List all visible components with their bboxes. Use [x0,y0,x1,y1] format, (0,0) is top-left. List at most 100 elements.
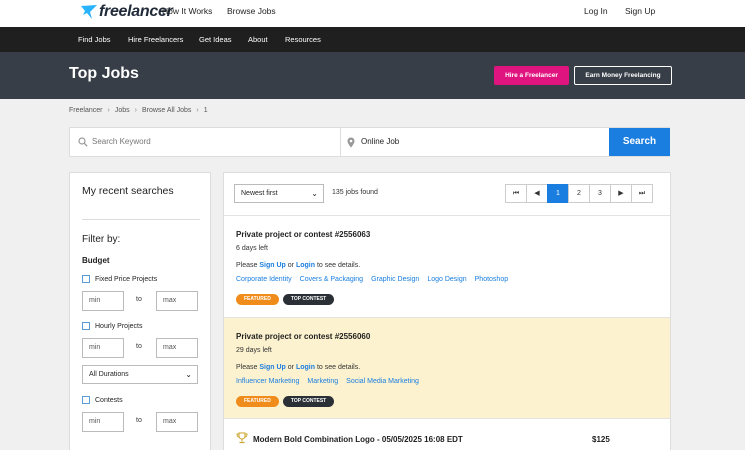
hero-banner: Top Jobs Hire a Freelancer Earn Money Fr… [0,52,745,99]
details-prefix: Please [236,262,258,269]
job-card[interactable]: Private project or contest #2556063 6 da… [224,216,670,317]
skill-tag[interactable]: Graphic Design [371,276,419,283]
fixed-price-checkbox[interactable] [82,275,90,283]
skill-tag[interactable]: Marketing [307,378,338,385]
fixed-price-checkbox-row[interactable]: Fixed Price Projects [82,275,157,283]
job-details-text: Please Sign Up or Login to see details. [236,262,360,269]
skill-tag[interactable]: Influencer Marketing [236,378,299,385]
job-badges: FEATURED TOP CONTEST [236,294,335,305]
chevron-down-icon: ⌄ [311,189,318,198]
login-link[interactable]: Login [296,364,315,371]
search-icon [78,137,88,147]
login-link[interactable]: Log In [584,6,608,16]
divider [224,418,670,419]
signup-link[interactable]: Sign Up [625,6,655,16]
durations-select[interactable]: All Durations ⌄ [82,365,198,384]
page-title: Top Jobs [69,65,139,82]
hourly-max-input[interactable]: max [156,338,198,358]
first-page-icon[interactable]: ⏮ [505,184,527,203]
prev-page-icon[interactable]: ◀ [526,184,548,203]
search-input[interactable]: Search Keyword [92,128,151,156]
details-or: or [287,364,294,371]
job-details-text: Please Sign Up or Login to see details. [236,364,360,371]
chevron-right-icon: › [107,107,110,114]
contests-checkbox-row[interactable]: Contests [82,396,123,404]
top-contest-badge: TOP CONTEST [282,294,335,305]
job-price: $125 [592,435,610,444]
skill-tag[interactable]: Social Media Marketing [346,378,419,385]
freelancer-logo[interactable]: freelancer [80,2,173,22]
range-to-label: to [136,343,142,350]
chevron-right-icon: › [134,107,137,114]
fixed-price-range: min to max [82,291,198,311]
nav-get-ideas[interactable]: Get Ideas [199,35,232,44]
browse-jobs-link[interactable]: Browse Jobs [227,6,276,16]
login-link[interactable]: Login [296,262,315,269]
signup-link[interactable]: Sign Up [259,262,285,269]
featured-badge: FEATURED [236,294,279,305]
skill-tag[interactable]: Logo Design [427,276,466,283]
earn-money-button[interactable]: Earn Money Freelancing [574,66,672,85]
nav-resources[interactable]: Resources [285,35,321,44]
breadcrumb-browse-all[interactable]: Browse All Jobs [142,107,191,114]
jobs-count: 135 jobs found [332,189,378,196]
nav-hire-freelancers[interactable]: Hire Freelancers [128,35,183,44]
page-1-button[interactable]: 1 [547,184,569,203]
contests-checkbox[interactable] [82,396,90,404]
skill-tag[interactable]: Photoshop [475,276,508,283]
featured-badge: FEATURED [236,396,279,407]
job-days-left: 29 days left [236,347,272,354]
skill-tag[interactable]: Covers & Packaging [300,276,363,283]
breadcrumb-jobs[interactable]: Jobs [115,107,130,114]
breadcrumb-freelancer[interactable]: Freelancer [69,107,102,114]
range-to-label: to [136,296,142,303]
pagination: ⏮ ◀ 1 2 3 ▶ ⏭ [505,184,653,203]
search-bar: Search Keyword Online Job Search [69,127,670,157]
contests-min-input[interactable]: min [82,412,124,432]
main-nav: Find Jobs Hire Freelancers Get Ideas Abo… [0,27,745,52]
fixed-max-input[interactable]: max [156,291,198,311]
nav-about[interactable]: About [248,35,268,44]
job-skill-tags: Corporate Identity Covers & Packaging Gr… [236,276,508,283]
details-prefix: Please [236,364,258,371]
job-card-featured[interactable]: Private project or contest #2556060 29 d… [224,318,670,418]
contests-label: Contests [95,396,123,404]
durations-value: All Durations [89,371,129,378]
job-days-left: 6 days left [236,245,268,252]
keyword-search-field[interactable]: Search Keyword [70,128,341,156]
bird-logo-icon [81,5,97,19]
job-title[interactable]: Modern Bold Combination Logo - 05/05/202… [253,435,463,444]
how-it-works-link[interactable]: How It Works [162,6,212,16]
breadcrumb-page: 1 [203,107,208,114]
divider [82,219,200,220]
next-page-icon[interactable]: ▶ [610,184,632,203]
top-contest-badge: TOP CONTEST [282,396,335,407]
skill-tag[interactable]: Corporate Identity [236,276,292,283]
hourly-range: min to max [82,338,198,358]
hourly-checkbox-row[interactable]: Hourly Projects [82,322,142,330]
job-title[interactable]: Private project or contest #2556060 [236,332,370,341]
hourly-checkbox[interactable] [82,322,90,330]
top-bar: freelancer How It Works Browse Jobs Log … [0,0,745,27]
hire-freelancer-button[interactable]: Hire a Freelancer [494,66,569,85]
nav-find-jobs[interactable]: Find Jobs [78,35,111,44]
sort-select[interactable]: Newest first ⌄ [234,184,324,203]
details-suffix: to see details. [316,364,361,371]
job-badges: FEATURED TOP CONTEST [236,396,335,407]
fixed-min-input[interactable]: min [82,291,124,311]
page-3-button[interactable]: 3 [589,184,611,203]
contests-range: min to max [82,412,198,432]
last-page-icon[interactable]: ⏭ [631,184,653,203]
hourly-label: Hourly Projects [95,322,143,330]
job-skill-tags: Influencer Marketing Marketing Social Me… [236,378,419,385]
location-field[interactable]: Online Job [341,128,609,156]
job-results-panel: Newest first ⌄ 135 jobs found ⏮ ◀ 1 2 3 … [223,172,671,450]
job-title[interactable]: Private project or contest #2556063 [236,230,370,239]
trophy-icon [236,432,248,444]
signup-link[interactable]: Sign Up [259,364,285,371]
contests-max-input[interactable]: max [156,412,198,432]
location-input[interactable]: Online Job [361,128,399,156]
hourly-min-input[interactable]: min [82,338,124,358]
search-button[interactable]: Search [609,128,670,156]
page-2-button[interactable]: 2 [568,184,590,203]
